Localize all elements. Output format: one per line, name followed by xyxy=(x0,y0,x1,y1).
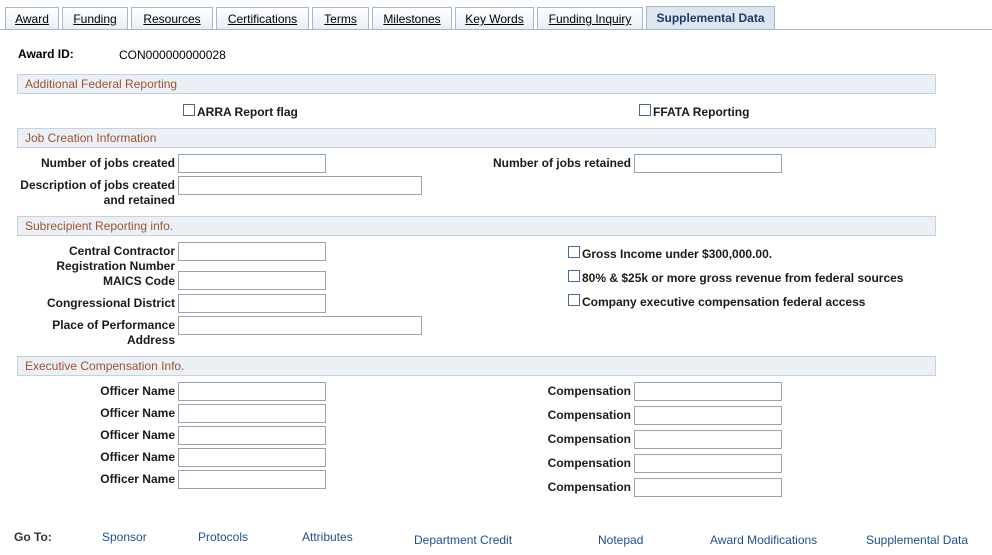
compensation-input[interactable] xyxy=(634,430,782,449)
compensation-label: Compensation xyxy=(547,432,631,446)
go-to-link-attributes[interactable]: Attributes xyxy=(302,530,353,544)
exec-compensation-access-label: Company executive compensation federal a… xyxy=(582,295,866,309)
compensation-label: Compensation xyxy=(547,408,631,422)
tab-supplemental-data[interactable]: Supplemental Data xyxy=(646,6,775,29)
jobs-description-label: Description of jobs created and retained xyxy=(10,178,175,208)
award-id-label: Award ID: xyxy=(18,47,74,61)
officer-name-label: Officer Name xyxy=(100,384,175,398)
go-to-link-protocols[interactable]: Protocols xyxy=(198,530,248,544)
officer-name-input[interactable] xyxy=(178,404,326,423)
ffata-reporting-label: FFATA Reporting xyxy=(653,105,750,119)
section-title: Executive Compensation Info. xyxy=(25,359,185,373)
jobs-created-label: Number of jobs created xyxy=(40,156,175,170)
gross-income-checkbox[interactable] xyxy=(568,246,580,258)
section-subrecipient-reporting-info: Subrecipient Reporting info. xyxy=(17,216,936,236)
place-of-performance-label-line1: Place of Performance xyxy=(52,318,175,332)
tab-key-words[interactable]: Key Words xyxy=(455,7,534,29)
gross-income-label: Gross Income under $300,000.00. xyxy=(582,247,773,261)
officer-name-label: Officer Name xyxy=(100,472,175,486)
federal-revenue-label: 80% & $25k or more gross revenue from fe… xyxy=(582,271,904,285)
ccr-number-label: Central Contractor Registration Number xyxy=(10,244,175,274)
section-additional-federal-reporting: Additional Federal Reporting xyxy=(17,74,936,94)
tab-milestones[interactable]: Milestones xyxy=(372,7,452,29)
tab-terms[interactable]: Terms xyxy=(312,7,369,29)
officer-name-input[interactable] xyxy=(178,448,326,467)
congressional-district-input[interactable] xyxy=(178,294,326,313)
ffata-reporting-checkbox[interactable] xyxy=(639,104,651,116)
compensation-label: Compensation xyxy=(547,384,631,398)
congressional-district-label: Congressional District xyxy=(46,296,175,310)
tab-resources[interactable]: Resources xyxy=(131,7,213,29)
jobs-created-input[interactable] xyxy=(178,154,326,173)
arra-report-flag-checkbox[interactable] xyxy=(183,104,195,116)
award-id-value: CON000000000028 xyxy=(119,48,226,62)
jobs-retained-input[interactable] xyxy=(634,154,782,173)
compensation-input[interactable] xyxy=(634,478,782,497)
place-of-performance-label-line2: Address xyxy=(126,333,175,347)
section-executive-compensation-info: Executive Compensation Info. xyxy=(17,356,936,376)
naics-code-label: MAICS Code xyxy=(103,274,175,288)
tab-certifications[interactable]: Certifications xyxy=(216,7,309,29)
officer-name-input[interactable] xyxy=(178,470,326,489)
tab-bar-divider xyxy=(0,29,992,30)
go-to-link-notepad[interactable]: Notepad xyxy=(598,533,643,547)
go-to-link-department-credit[interactable]: Department Credit xyxy=(414,533,512,547)
ccr-number-label-line1: Central Contractor xyxy=(68,244,175,258)
place-of-performance-input[interactable] xyxy=(178,316,422,335)
exec-compensation-access-checkbox[interactable] xyxy=(568,294,580,306)
section-title: Job Creation Information xyxy=(25,131,157,145)
compensation-label: Compensation xyxy=(547,480,631,494)
go-to-label: Go To: xyxy=(14,530,52,544)
go-to-link-sponsor[interactable]: Sponsor xyxy=(102,530,147,544)
section-job-creation-information: Job Creation Information xyxy=(17,128,936,148)
compensation-input[interactable] xyxy=(634,382,782,401)
compensation-input[interactable] xyxy=(634,454,782,473)
jobs-description-label-line1: Description of jobs created xyxy=(20,178,175,192)
section-title: Additional Federal Reporting xyxy=(25,77,178,91)
compensation-input[interactable] xyxy=(634,406,782,425)
jobs-description-label-line2: and retained xyxy=(103,193,175,207)
go-to-link-award-modifications[interactable]: Award Modifications xyxy=(710,533,817,547)
go-to-link-supplemental-data[interactable]: Supplemental Data xyxy=(866,533,968,547)
naics-code-input[interactable] xyxy=(178,271,326,290)
federal-revenue-checkbox[interactable] xyxy=(568,270,580,282)
jobs-retained-label: Number of jobs retained xyxy=(492,156,631,170)
arra-report-flag-label: ARRA Report flag xyxy=(197,105,298,119)
jobs-description-input[interactable] xyxy=(178,176,422,195)
tab-award[interactable]: Award xyxy=(5,7,59,29)
ccr-number-label-line2: Registration Number xyxy=(56,259,175,273)
section-title: Subrecipient Reporting info. xyxy=(25,219,174,233)
officer-name-input[interactable] xyxy=(178,426,326,445)
officer-name-label: Officer Name xyxy=(100,450,175,464)
ccr-number-input[interactable] xyxy=(178,242,326,261)
officer-name-label: Officer Name xyxy=(100,406,175,420)
officer-name-input[interactable] xyxy=(178,382,326,401)
place-of-performance-label: Place of Performance Address xyxy=(10,318,175,348)
compensation-label: Compensation xyxy=(547,456,631,470)
tab-funding-inquiry[interactable]: Funding Inquiry xyxy=(537,7,643,29)
tab-funding[interactable]: Funding xyxy=(62,7,128,29)
officer-name-label: Officer Name xyxy=(100,428,175,442)
